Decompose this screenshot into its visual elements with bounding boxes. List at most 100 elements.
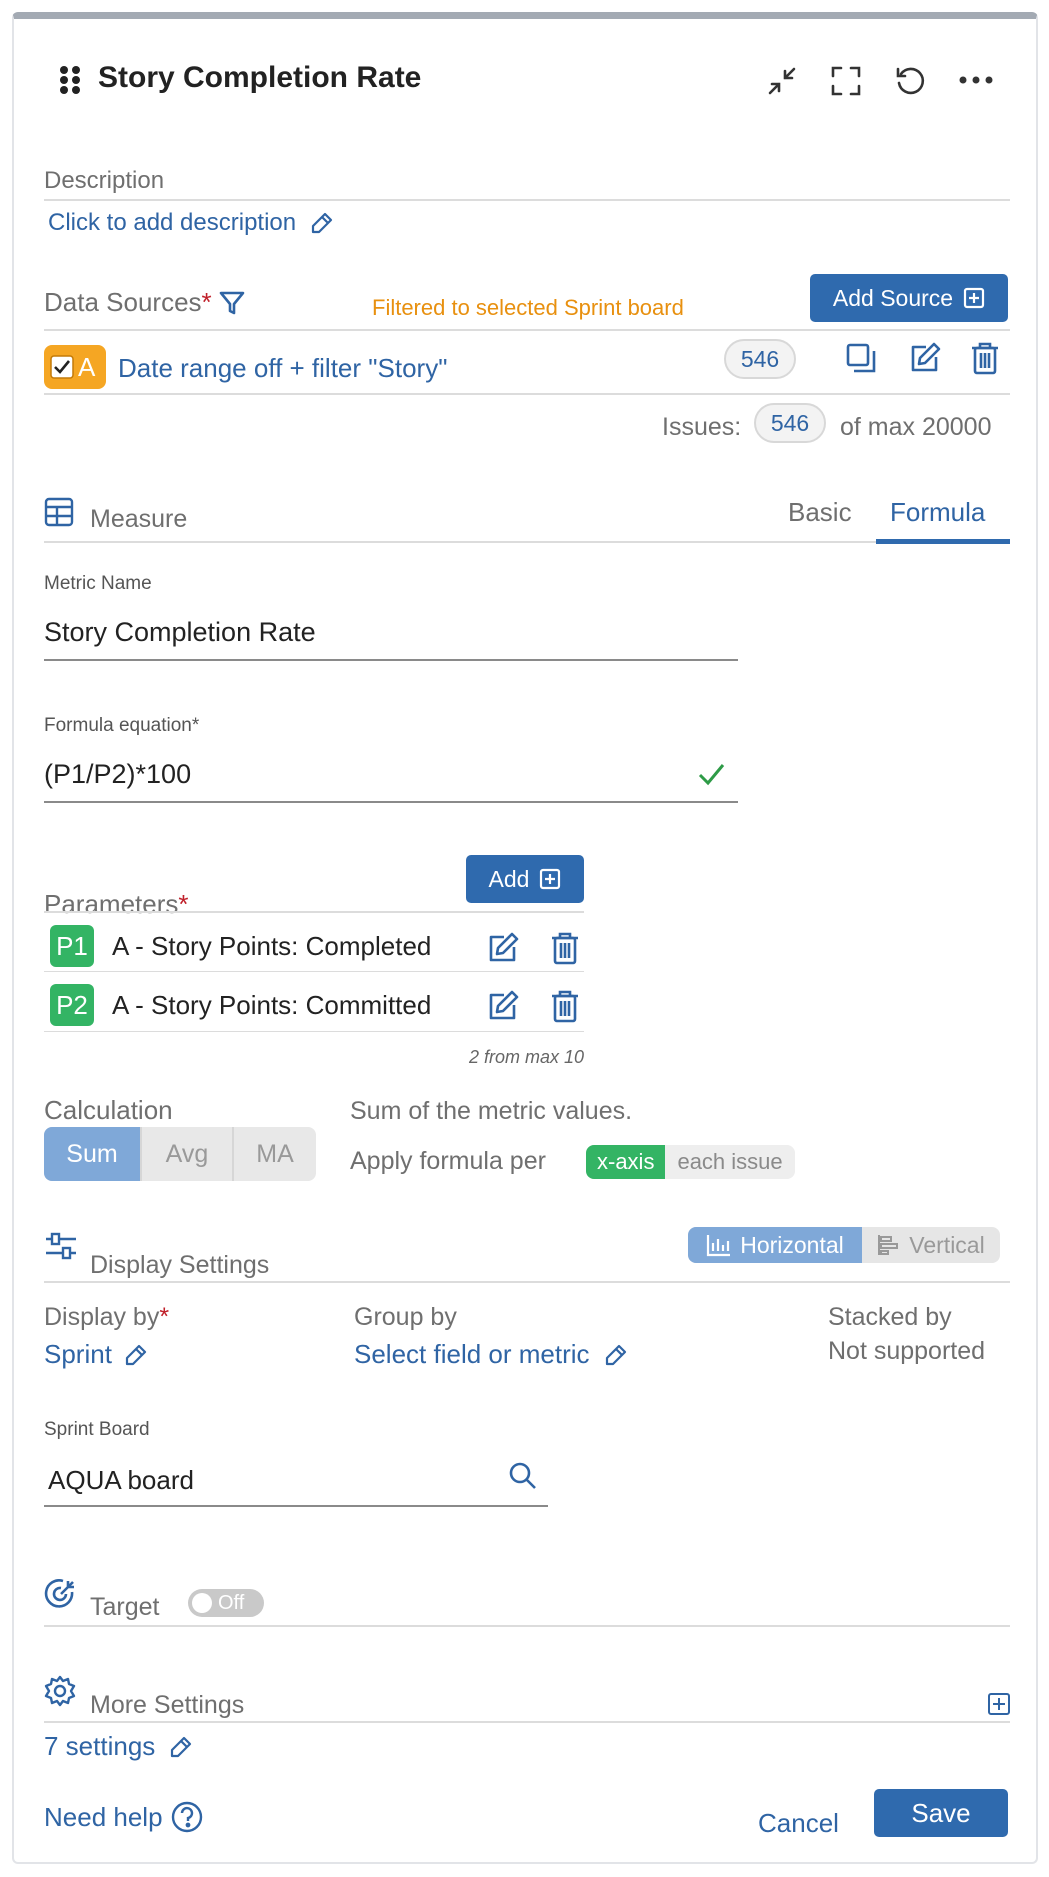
pencil-icon <box>604 1343 628 1367</box>
apply-formula-toggle: x-axis each issue <box>586 1145 795 1179</box>
parameter-badge: P2 <box>50 984 94 1026</box>
more-settings-link[interactable]: 7 settings <box>44 1731 193 1762</box>
bar-chart-icon <box>706 1233 732 1257</box>
input-underline <box>44 659 738 661</box>
target-icon <box>44 1577 78 1611</box>
issues-count-badge: 546 <box>754 403 826 443</box>
input-underline <box>44 801 738 803</box>
orientation-horizontal-label: Horizontal <box>740 1231 844 1258</box>
edit-parameter-icon[interactable] <box>486 931 520 965</box>
valid-check-icon <box>696 759 726 789</box>
widget-config-panel: Story Completion Rate Description Click … <box>12 12 1038 1864</box>
tab-active-indicator <box>876 539 1010 544</box>
target-toggle[interactable]: Off <box>188 1589 264 1617</box>
help-icon <box>171 1801 203 1833</box>
edit-parameter-icon[interactable] <box>486 989 520 1023</box>
display-settings-label: Display Settings <box>90 1251 270 1279</box>
sliders-icon <box>44 1231 78 1261</box>
table-icon <box>44 497 74 527</box>
apply-each-issue-option[interactable]: each issue <box>665 1145 794 1179</box>
sprint-board-input[interactable]: AQUA board <box>48 1465 194 1496</box>
save-button[interactable]: Save <box>874 1789 1008 1837</box>
input-underline <box>44 1505 548 1507</box>
duplicate-icon[interactable] <box>844 341 878 375</box>
divider <box>44 1031 584 1032</box>
plus-box-icon <box>539 868 561 890</box>
parameter-label: A - Story Points: Committed <box>112 990 432 1020</box>
calculation-toggle-group: Sum Avg MA <box>44 1127 316 1181</box>
metric-name-input[interactable]: Story Completion Rate <box>44 617 738 648</box>
need-help-link[interactable]: Need help <box>44 1801 203 1833</box>
collapse-icon[interactable] <box>766 65 798 97</box>
apply-formula-label: Apply formula per <box>350 1147 546 1175</box>
calculation-label: Calculation <box>44 1095 173 1125</box>
issues-label: Issues: <box>662 413 742 441</box>
required-mark: * <box>201 287 212 317</box>
sprint-board-label: Sprint Board <box>44 1419 150 1440</box>
data-sources-label: Data Sources <box>44 287 202 317</box>
calc-avg-button[interactable]: Avg <box>142 1127 234 1181</box>
add-source-button[interactable]: Add Source <box>810 274 1008 322</box>
formula-label: Formula equation* <box>44 715 200 736</box>
delete-parameter-icon[interactable] <box>550 931 580 965</box>
data-sources-heading: Data Sources * <box>44 287 246 318</box>
search-icon[interactable] <box>508 1461 538 1491</box>
add-description-link[interactable]: Click to add description <box>48 209 334 237</box>
filter-note: Filtered to selected Sprint board <box>372 295 684 320</box>
measure-label: Measure <box>90 505 188 533</box>
divider <box>44 1625 1010 1627</box>
divider <box>44 329 1010 331</box>
more-settings-value: 7 settings <box>44 1731 156 1761</box>
drag-handle-icon[interactable] <box>58 65 82 95</box>
orientation-horizontal-button[interactable]: Horizontal <box>688 1227 862 1263</box>
source-badge-letter: A <box>78 351 96 382</box>
source-label[interactable]: Date range off + filter "Story" <box>118 353 447 384</box>
add-parameter-label: Add <box>488 865 530 892</box>
formula-input[interactable]: (P1/P2)*100 <box>44 759 191 790</box>
calc-ma-button[interactable]: MA <box>234 1127 316 1181</box>
edit-source-icon[interactable] <box>908 341 942 375</box>
calc-sum-button[interactable]: Sum <box>44 1127 142 1181</box>
parameters-heading: Parameters * <box>44 889 189 920</box>
pencil-icon <box>310 211 334 235</box>
parameters-label: Parameters <box>44 889 179 919</box>
add-parameter-button[interactable]: Add <box>466 855 584 903</box>
description-label: Description <box>44 167 165 194</box>
apply-xaxis-option[interactable]: x-axis <box>586 1145 666 1179</box>
checkbox-checked-icon <box>50 355 74 379</box>
group-by-selector[interactable]: Select field or metric <box>354 1339 628 1370</box>
display-by-label: Display by <box>44 1303 160 1331</box>
divider <box>44 393 1010 395</box>
delete-parameter-icon[interactable] <box>550 989 580 1023</box>
gear-icon <box>44 1675 76 1707</box>
divider <box>44 971 584 972</box>
orientation-vertical-label: Vertical <box>909 1231 985 1258</box>
pencil-icon <box>169 1735 193 1759</box>
calculation-description: Sum of the metric values. <box>350 1097 633 1125</box>
display-by-selector[interactable]: Sprint <box>44 1339 148 1370</box>
add-source-label: Add Source <box>832 284 954 311</box>
source-count-badge: 546 <box>724 339 796 379</box>
tab-formula[interactable]: Formula <box>890 497 985 528</box>
divider <box>44 1721 1010 1723</box>
divider <box>44 541 1010 543</box>
metric-name-label: Metric Name <box>44 573 152 594</box>
filter-icon[interactable] <box>218 289 246 317</box>
source-badge[interactable]: A <box>44 345 106 389</box>
target-label: Target <box>90 1593 160 1621</box>
fullscreen-icon[interactable] <box>830 65 862 97</box>
cancel-button[interactable]: Cancel <box>758 1808 839 1839</box>
more-options-icon[interactable] <box>958 75 994 85</box>
issues-max: of max 20000 <box>840 413 992 441</box>
tab-basic[interactable]: Basic <box>788 497 852 528</box>
expand-icon[interactable] <box>988 1693 1010 1715</box>
display-by-heading: Display by * <box>44 1303 169 1332</box>
orientation-vertical-button[interactable]: Vertical <box>862 1227 1000 1263</box>
group-by-value: Select field or metric <box>354 1339 590 1369</box>
delete-source-icon[interactable] <box>970 341 1000 375</box>
parameter-badge: P1 <box>50 925 94 967</box>
stacked-by-value: Not supported <box>828 1337 986 1365</box>
more-settings-label: More Settings <box>90 1691 245 1719</box>
refresh-icon[interactable] <box>894 65 926 97</box>
page-title: Story Completion Rate <box>98 61 422 94</box>
